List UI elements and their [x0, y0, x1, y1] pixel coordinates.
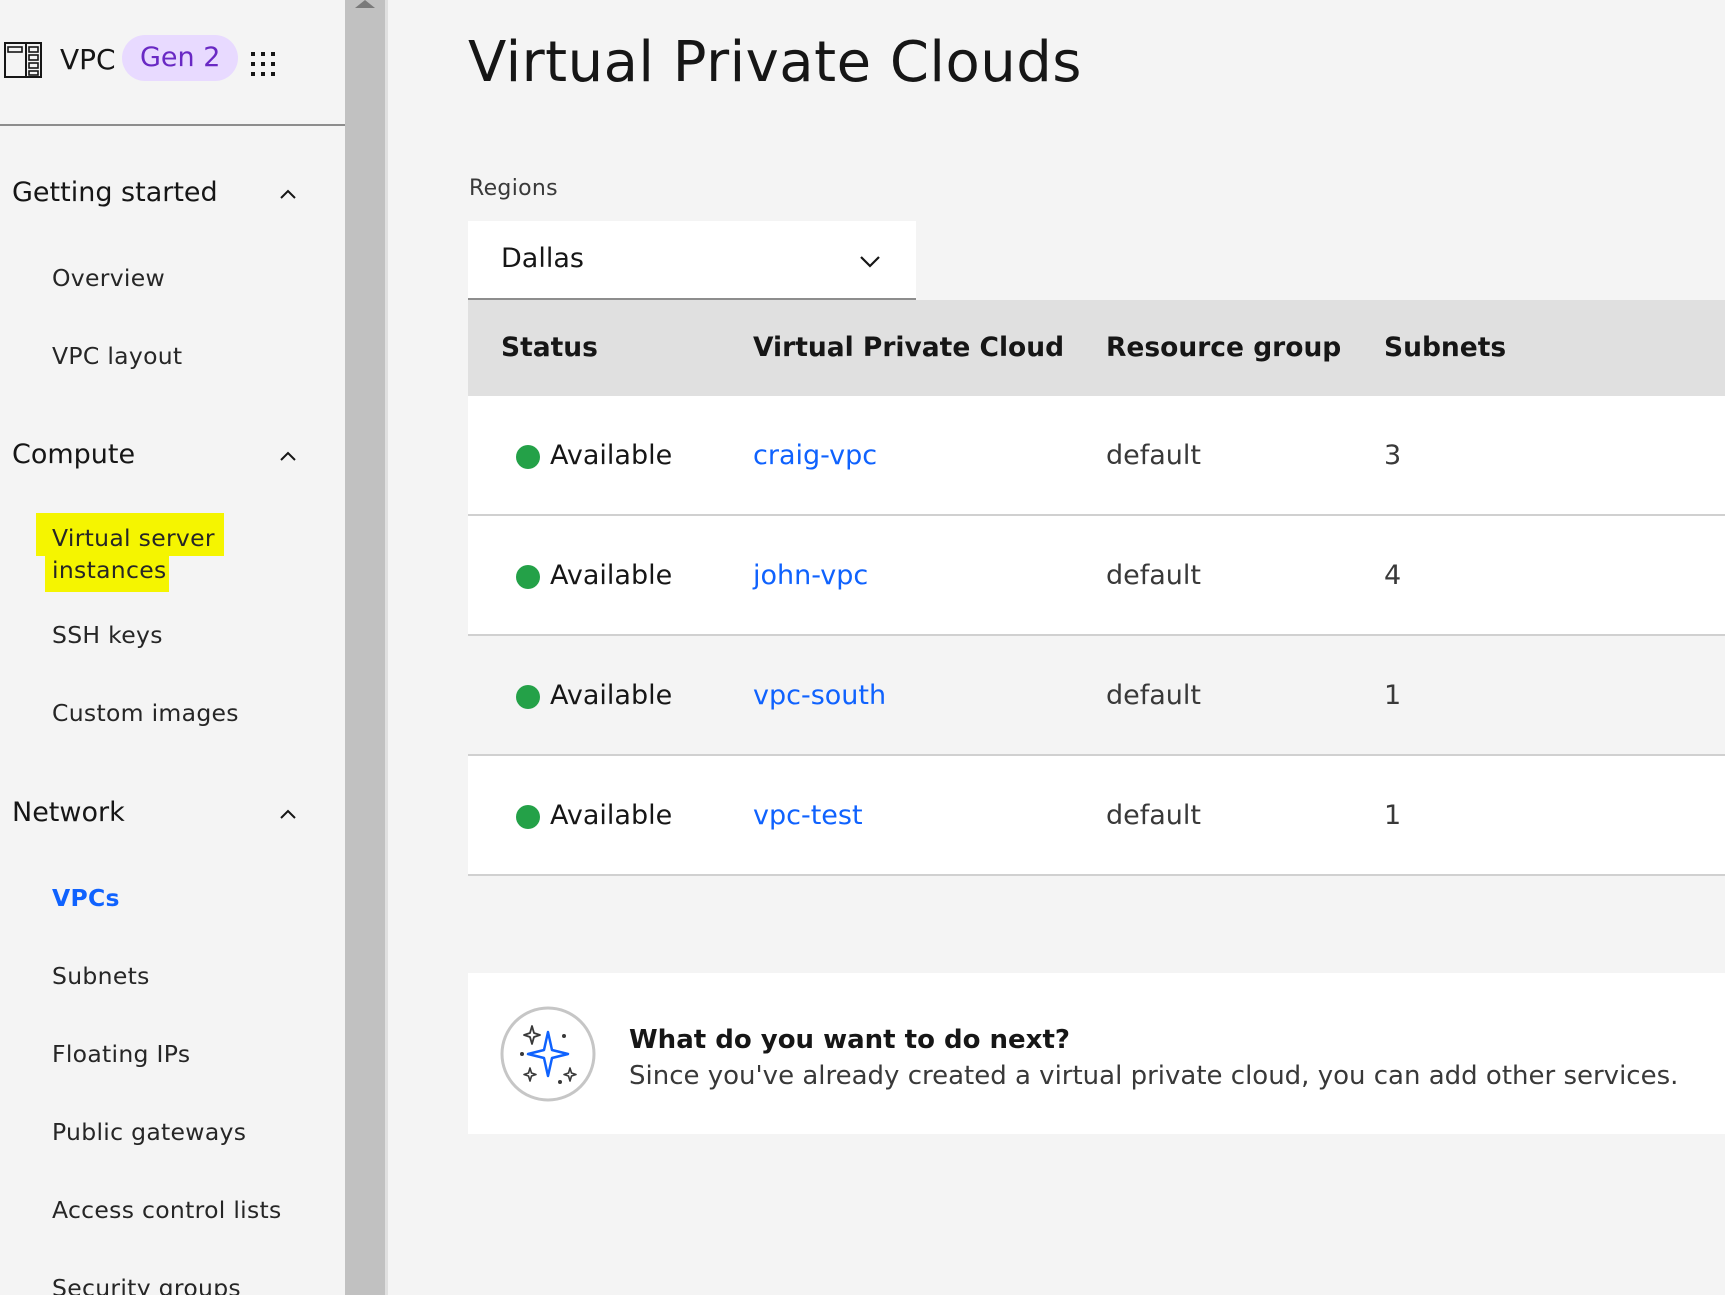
sidebar-item-custom-images[interactable]: Custom images [52, 699, 239, 727]
column-header-vpc[interactable]: Virtual Private Cloud [753, 332, 1064, 363]
subnet-count: 3 [1384, 440, 1402, 471]
sidebar-scrollbar[interactable] [345, 0, 385, 1295]
sidebar-item-security-groups[interactable]: Security groups [52, 1274, 241, 1295]
nav-section-network[interactable]: Network [12, 797, 125, 828]
subnet-count: 1 [1384, 680, 1402, 711]
resource-group: default [1106, 560, 1202, 591]
status-dot-icon [516, 445, 540, 469]
vpc-link[interactable]: vpc-south [753, 680, 886, 711]
scroll-up-arrow-icon[interactable] [355, 0, 375, 8]
vpc-table: Status Virtual Private Cloud Resource gr… [468, 300, 1725, 876]
status-dot-icon [516, 685, 540, 709]
vpc-icon [4, 42, 42, 78]
status-dot-icon [516, 805, 540, 829]
column-header-resource-group[interactable]: Resource group [1106, 332, 1341, 363]
sidebar-item-vpcs[interactable]: VPCs [52, 884, 120, 912]
sidebar-item-vpc-layout[interactable]: VPC layout [52, 342, 182, 370]
table-row: Available vpc-test default 1 [468, 756, 1725, 876]
sidebar-item-floating-ips[interactable]: Floating IPs [52, 1040, 190, 1068]
region-dropdown[interactable]: Dallas [468, 221, 916, 300]
chevron-up-icon[interactable] [277, 445, 299, 467]
column-header-subnets[interactable]: Subnets [1384, 332, 1506, 363]
vpc-link[interactable]: craig-vpc [753, 440, 877, 471]
sidebar-item-overview[interactable]: Overview [52, 264, 165, 292]
status-text: Available [550, 680, 673, 711]
subnet-count: 1 [1384, 800, 1402, 831]
next-steps-card: What do you want to do next? Since you'v… [468, 973, 1725, 1134]
chevron-down-icon [860, 256, 880, 268]
sidebar-item-virtual-server-instances-line2[interactable]: instances [52, 556, 167, 584]
status-text: Available [550, 440, 673, 471]
vpc-link[interactable]: john-vpc [753, 560, 868, 591]
sidebar-item-virtual-server-instances[interactable]: Virtual server [52, 524, 215, 552]
sidebar-item-ssh-keys[interactable]: SSH keys [52, 621, 163, 649]
resource-group: default [1106, 440, 1202, 471]
sidebar-item-subnets[interactable]: Subnets [52, 962, 150, 990]
regions-label: Regions [469, 176, 558, 201]
resource-group: default [1106, 800, 1202, 831]
divider [385, 0, 388, 1295]
sparkle-icon [500, 1006, 596, 1102]
table-header: Status Virtual Private Cloud Resource gr… [468, 300, 1725, 396]
region-selected-value: Dallas [501, 243, 584, 274]
status-dot-icon [516, 565, 540, 589]
next-steps-description: Since you've already created a virtual p… [629, 1061, 1679, 1091]
product-name: VPC [60, 43, 116, 76]
nav-section-compute[interactable]: Compute [12, 439, 135, 470]
chevron-up-icon[interactable] [277, 183, 299, 205]
table-row: Available craig-vpc default 3 [468, 396, 1725, 516]
table-row: Available john-vpc default 4 [468, 516, 1725, 636]
vpc-link[interactable]: vpc-test [753, 800, 863, 831]
subnet-count: 4 [1384, 560, 1402, 591]
status-text: Available [550, 560, 673, 591]
chevron-up-icon[interactable] [277, 803, 299, 825]
sidebar-item-public-gateways[interactable]: Public gateways [52, 1118, 246, 1146]
sidebar-item-access-control-lists[interactable]: Access control lists [52, 1196, 282, 1224]
next-steps-title: What do you want to do next? [629, 1025, 1070, 1055]
page-title: Virtual Private Clouds [468, 30, 1082, 95]
app-switcher-icon[interactable] [251, 52, 275, 76]
table-row: Available vpc-south default 1 [468, 636, 1725, 756]
generation-tag: Gen 2 [122, 35, 239, 81]
column-header-status[interactable]: Status [501, 332, 598, 363]
status-text: Available [550, 800, 673, 831]
sidebar: VPC Gen 2 Getting started Overview VPC l… [0, 0, 345, 1295]
sidebar-header: VPC Gen 2 [0, 0, 345, 126]
resource-group: default [1106, 680, 1202, 711]
nav-section-getting-started[interactable]: Getting started [12, 177, 218, 208]
